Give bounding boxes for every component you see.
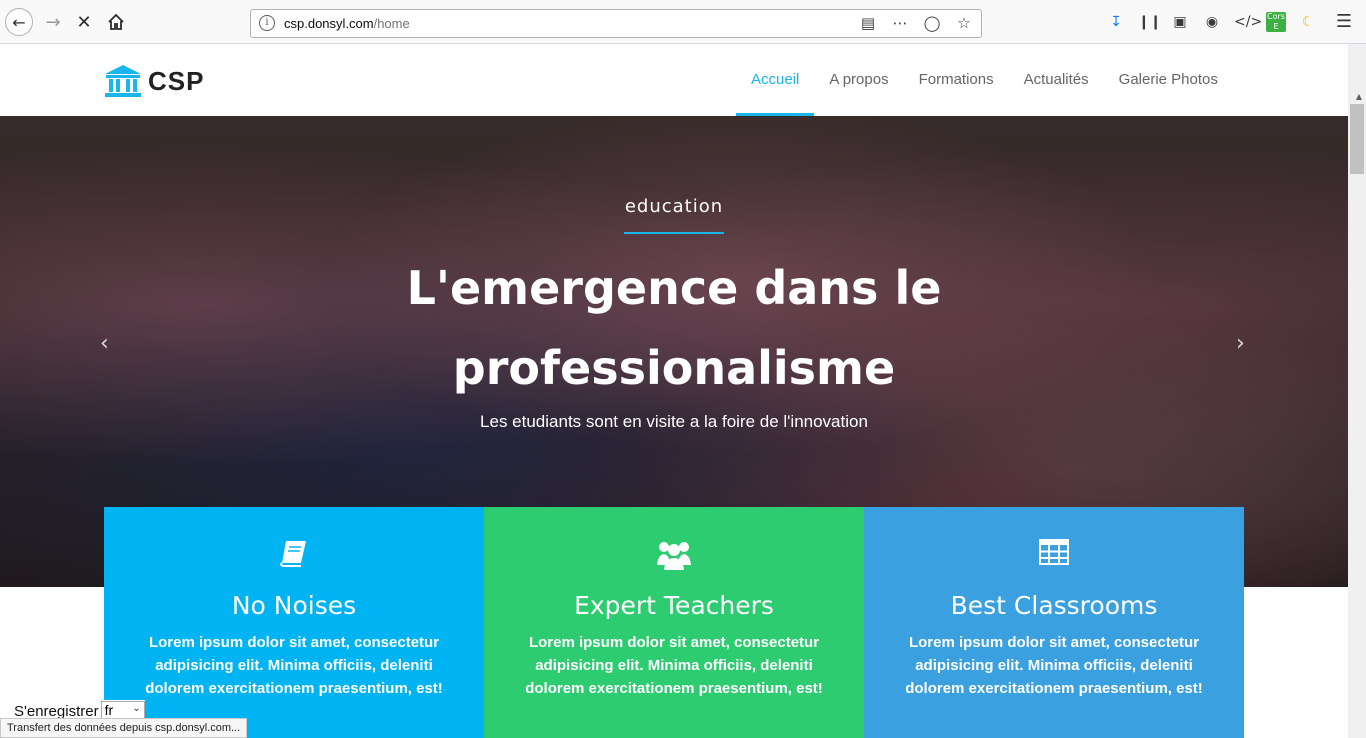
scroll-up-icon[interactable]: ▲: [1356, 92, 1362, 101]
url-domain: csp.donsyl.com: [284, 16, 374, 31]
back-button[interactable]: ←: [5, 8, 33, 36]
institution-icon: [105, 65, 141, 97]
users-icon: [657, 542, 691, 570]
url-path: /home: [373, 16, 410, 31]
close-icon: ✕: [76, 11, 92, 33]
grid-icon: [1039, 539, 1069, 565]
site-header: CSP Accueil A propos Formations Actualit…: [0, 44, 1348, 116]
cors-extension-icon[interactable]: Cors E: [1266, 12, 1286, 32]
slider-prev-button[interactable]: ‹: [100, 331, 109, 356]
site-logo[interactable]: CSP: [104, 64, 204, 98]
info-icon[interactable]: i: [259, 15, 275, 31]
chevron-right-icon: ›: [1236, 331, 1245, 356]
arrow-right-icon: →: [45, 11, 61, 33]
main-nav: Accueil A propos Formations Actualités G…: [736, 44, 1233, 116]
nav-item-galerie-photos[interactable]: Galerie Photos: [1104, 44, 1233, 116]
home-icon: [108, 13, 124, 30]
slider-next-button[interactable]: ›: [1236, 331, 1245, 356]
hamburger-menu-icon[interactable]: ☰: [1334, 12, 1354, 32]
nav-item-formations[interactable]: Formations: [904, 44, 1009, 116]
pocket-icon[interactable]: ◯: [923, 14, 941, 32]
nav-item-actualites[interactable]: Actualités: [1009, 44, 1104, 116]
feature-text: Lorem ipsum dolor sit amet, consectetur …: [525, 634, 823, 697]
account-icon[interactable]: ◉: [1202, 12, 1222, 32]
feature-title: Best Classrooms: [950, 591, 1158, 620]
feature-title: Expert Teachers: [574, 591, 774, 620]
logo-text: CSP: [148, 65, 205, 96]
arrow-left-icon: ←: [12, 12, 26, 32]
extension-icon[interactable]: ▣: [1170, 12, 1190, 32]
feature-card: Best Classrooms Lorem ipsum dolor sit am…: [864, 507, 1244, 738]
register-label[interactable]: S'enregistrer: [0, 703, 99, 720]
more-actions-icon[interactable]: ⋯: [891, 14, 909, 32]
book-icon: [280, 541, 306, 567]
scrollbar[interactable]: ▲: [1348, 44, 1366, 738]
feature-text: Lorem ipsum dolor sit amet, consectetur …: [145, 634, 443, 697]
features-section: No Noises Lorem ipsum dolor sit amet, co…: [104, 507, 1244, 738]
bookmark-star-icon[interactable]: ☆: [955, 14, 973, 32]
library-icon[interactable]: ❙❙: [1138, 12, 1161, 32]
url-text[interactable]: csp.donsyl.com/home: [284, 16, 410, 31]
hero-tag: education: [624, 196, 724, 217]
forward-button[interactable]: →: [39, 8, 67, 36]
nav-item-accueil[interactable]: Accueil: [736, 44, 815, 116]
download-icon[interactable]: ↧: [1106, 12, 1126, 32]
feature-text: Lorem ipsum dolor sit amet, consectetur …: [905, 634, 1203, 697]
reader-view-icon[interactable]: ▤: [859, 14, 877, 32]
nav-item-a-propos[interactable]: A propos: [814, 44, 903, 116]
address-bar[interactable]: i csp.donsyl.com/home ▤ ⋯ ◯ ☆: [250, 9, 982, 38]
browser-status-bar: Transfert des données depuis csp.donsyl.…: [0, 718, 248, 738]
hero-subtitle: Les etudiants sont en visite a la foire …: [480, 412, 868, 431]
home-button[interactable]: [102, 8, 130, 36]
feature-title: No Noises: [231, 591, 357, 620]
moon-icon[interactable]: ☾: [1298, 12, 1318, 32]
stop-button[interactable]: ✕: [70, 8, 98, 36]
scroll-thumb[interactable]: [1350, 104, 1364, 174]
hero-title: L'emergence dans le professionalisme: [406, 261, 942, 395]
browser-toolbar: ← → ✕ i csp.donsyl.com/home ▤ ⋯ ◯ ☆ ↧ ❙❙…: [0, 0, 1366, 44]
developer-icon[interactable]: </>: [1234, 12, 1262, 32]
feature-card: Expert Teachers Lorem ipsum dolor sit am…: [484, 507, 864, 738]
feature-card: No Noises Lorem ipsum dolor sit amet, co…: [104, 507, 484, 738]
language-value: fr: [104, 702, 114, 718]
hero-tag-underline: [624, 232, 724, 234]
chevron-down-icon: ⌄: [132, 703, 141, 714]
chevron-left-icon: ‹: [100, 331, 109, 356]
